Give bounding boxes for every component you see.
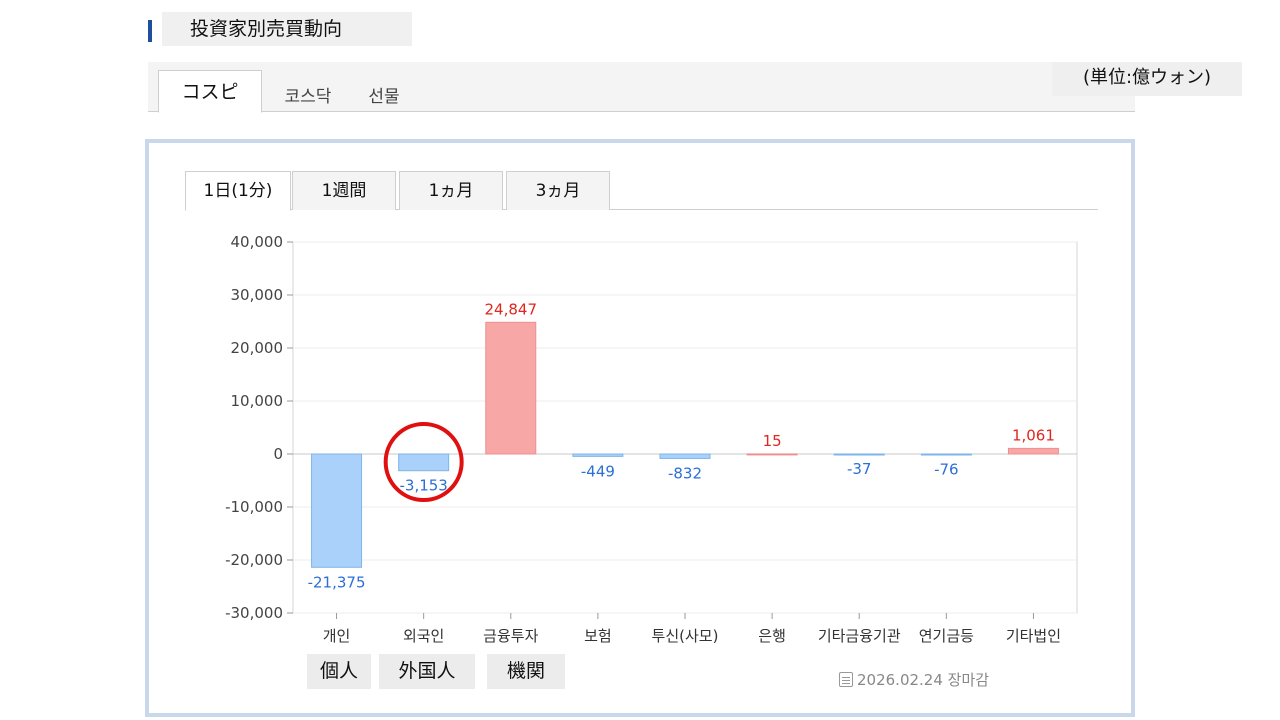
tab-kospi[interactable]: コスピ [158,70,262,113]
bar [485,321,537,455]
y-tick-label: 0 [273,445,283,463]
x-category-label: 외국인 [403,627,444,645]
page-title: 投資家別売買動向 [162,12,412,46]
x-category-label: 기타법인 [1006,627,1061,645]
data-label: -832 [668,464,702,482]
x-category-label: 기타금융기관 [818,627,901,645]
bar [1007,447,1059,455]
bar [572,453,624,457]
bar [920,453,972,456]
investor-bar-chart: 40,000 30,000 20,000 10,000 0 -10,000 -20,000 -… [225,233,1078,645]
bar [398,453,450,472]
kanji-label-foreign: 外国人 [379,654,475,689]
x-category-label: 연기금등 [919,627,974,645]
data-label: -76 [934,460,959,478]
tab-kosdaq[interactable]: 코스닥 [276,76,340,119]
date-text: 2026.02.24 장마감 [857,671,990,689]
data-label: -37 [847,460,872,478]
x-category-label: 보험 [584,627,612,645]
data-label: -449 [581,462,615,480]
document-icon [839,672,853,687]
bar [833,453,885,456]
data-label: 1,061 [1012,426,1055,444]
data-label: 24,847 [485,300,538,318]
y-tick-label: 20,000 [231,339,284,357]
x-category-label: 금융투자 [483,627,538,645]
kanji-label-institution: 機関 [487,654,565,689]
y-tick-label: 40,000 [231,233,284,251]
tab-futures[interactable]: 선물 [360,76,408,119]
chart-panel: 1日(1分) 1週間 1ヵ月 3ヵ月 40,000 30,000 20,000 10,… [145,139,1135,717]
unit-label: (単位:億ウォン) [1052,62,1242,96]
y-tick-label: -30,000 [225,604,283,622]
data-label: -21,375 [308,573,366,591]
y-tick-label: -20,000 [225,551,283,569]
y-tick-label: 30,000 [231,286,284,304]
bar [659,453,711,459]
x-category-label: 은행 [758,627,786,645]
bar [746,453,798,456]
market-tab-strip: コスピ 코스닥 선물 [148,62,1135,113]
y-tick-label: 10,000 [231,392,284,410]
bar [311,453,363,568]
data-label: -3,153 [399,477,447,495]
title-accent-bar [148,20,152,42]
x-category-label: 투신(사모) [652,627,719,645]
data-label: 15 [763,432,782,450]
y-tick-label: -10,000 [225,498,283,516]
date-stamp: 2026.02.24 장마감 [839,669,989,690]
x-category-label: 개인 [323,627,351,645]
kanji-label-individual: 個人 [307,654,371,689]
